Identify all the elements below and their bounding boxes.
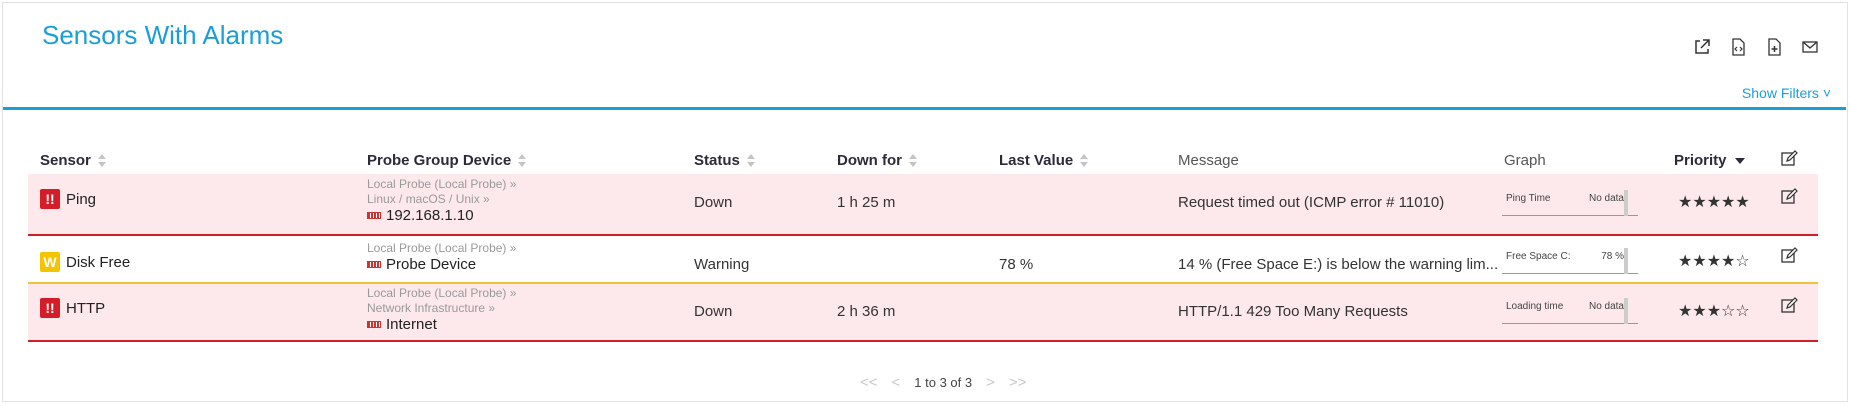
toolbar	[1691, 36, 1821, 58]
column-header-down-for[interactable]: Down for	[837, 152, 918, 169]
probe-path[interactable]: Local Probe (Local Probe) »	[367, 286, 516, 301]
priority-stars[interactable]: ★★★★★	[1678, 192, 1750, 212]
graph-value: No data	[1588, 301, 1624, 312]
down-status-icon: !!	[40, 189, 60, 209]
column-header-message: Message	[1178, 152, 1239, 169]
graph-value: No data	[1588, 193, 1624, 204]
down-for-text: 1 h 25 m	[837, 194, 896, 211]
down-status-icon: !!	[40, 298, 60, 318]
graph-bar	[1624, 248, 1628, 274]
graph-bar	[1624, 298, 1628, 324]
probe-path[interactable]: Local Probe (Local Probe) »	[367, 241, 516, 256]
page-title: Sensors With Alarms	[42, 20, 284, 50]
device-name[interactable]: Internet	[367, 316, 516, 333]
table-row[interactable]: !! Ping Local Probe (Local Probe) » Linu…	[28, 174, 1818, 236]
status-text: Down	[694, 194, 733, 211]
column-header-sensor[interactable]: Sensor	[40, 152, 107, 169]
priority-stars[interactable]: ★★★☆☆	[1678, 301, 1750, 321]
group-path[interactable]: Linux / macOS / Unix »	[367, 192, 516, 207]
status-text: Down	[694, 303, 733, 320]
mini-graph[interactable]: Ping Time No data	[1502, 190, 1638, 216]
edit-icon[interactable]	[1780, 247, 1798, 265]
column-header-graph: Graph	[1504, 152, 1546, 169]
header-divider	[3, 107, 1846, 110]
sort-icon	[1079, 153, 1089, 168]
device-cell: Local Probe (Local Probe) » Network Infr…	[367, 286, 516, 333]
graph-value: 78 %	[1601, 251, 1624, 262]
sensor-name[interactable]: Disk Free	[66, 254, 130, 271]
xml-icon[interactable]	[1727, 36, 1749, 58]
table-row[interactable]: !! HTTP Local Probe (Local Probe) » Netw…	[28, 284, 1818, 342]
show-filters-link[interactable]: Show Filters ˅	[1742, 85, 1831, 101]
table-row[interactable]: W Disk Free Local Probe (Local Probe) » …	[28, 236, 1818, 284]
email-icon[interactable]	[1799, 36, 1821, 58]
message-text: Request timed out (ICMP error # 11010)	[1178, 194, 1445, 211]
last-value-text: 78 %	[999, 256, 1034, 273]
device-cell: Local Probe (Local Probe) » Probe Device	[367, 241, 516, 273]
graph-label: Loading time	[1506, 301, 1564, 312]
message-text: HTTP/1.1 429 Too Many Requests	[1178, 303, 1408, 320]
graph-label: Ping Time	[1506, 193, 1551, 204]
sort-icon	[908, 153, 918, 168]
sensor-cell[interactable]: !! Ping	[40, 189, 96, 209]
last-page-button[interactable]: >>	[1009, 374, 1027, 391]
external-link-icon[interactable]	[1691, 36, 1713, 58]
sort-desc-icon	[1734, 157, 1745, 164]
sort-icon	[517, 153, 527, 168]
graph-bar	[1624, 190, 1628, 216]
add-report-icon[interactable]	[1763, 36, 1785, 58]
sort-icon	[746, 153, 756, 168]
sort-icon	[97, 153, 107, 168]
column-header-last-value[interactable]: Last Value	[999, 152, 1089, 169]
status-text: Warning	[694, 256, 750, 273]
group-path[interactable]: Network Infrastructure »	[367, 301, 516, 316]
message-text: 14 % (Free Space E:) is below the warnin…	[1178, 256, 1499, 273]
sensor-name[interactable]: HTTP	[66, 300, 105, 317]
first-page-button[interactable]: <<	[860, 374, 878, 391]
probe-path[interactable]: Local Probe (Local Probe) »	[367, 177, 516, 192]
sensor-cell[interactable]: W Disk Free	[40, 252, 130, 272]
device-icon	[367, 261, 381, 268]
column-header-device[interactable]: Probe Group Device	[367, 152, 527, 169]
page-range-label: 1 to 3 of 3	[914, 375, 973, 390]
pagination: << < 1 to 3 of 3 > >>	[860, 374, 1026, 391]
column-header-status[interactable]: Status	[694, 152, 756, 169]
mini-graph[interactable]: Free Space C: 78 %	[1502, 248, 1638, 274]
prev-page-button[interactable]: <	[892, 374, 901, 391]
device-name[interactable]: 192.168.1.10	[367, 207, 516, 224]
column-header-priority[interactable]: Priority	[1674, 152, 1745, 169]
sensor-name[interactable]: Ping	[66, 191, 96, 208]
down-for-text: 2 h 36 m	[837, 303, 896, 320]
next-page-button[interactable]: >	[986, 374, 995, 391]
warning-status-icon: W	[40, 252, 60, 272]
edit-columns-icon[interactable]	[1780, 150, 1798, 168]
mini-graph[interactable]: Loading time No data	[1502, 298, 1638, 324]
graph-label: Free Space C:	[1506, 251, 1571, 262]
edit-icon[interactable]	[1780, 188, 1798, 206]
device-cell: Local Probe (Local Probe) » Linux / macO…	[367, 177, 516, 224]
device-icon	[367, 212, 381, 219]
device-icon	[367, 321, 381, 328]
device-name[interactable]: Probe Device	[367, 256, 516, 273]
priority-stars[interactable]: ★★★★☆	[1678, 251, 1750, 271]
sensor-cell[interactable]: !! HTTP	[40, 298, 105, 318]
edit-icon[interactable]	[1780, 297, 1798, 315]
